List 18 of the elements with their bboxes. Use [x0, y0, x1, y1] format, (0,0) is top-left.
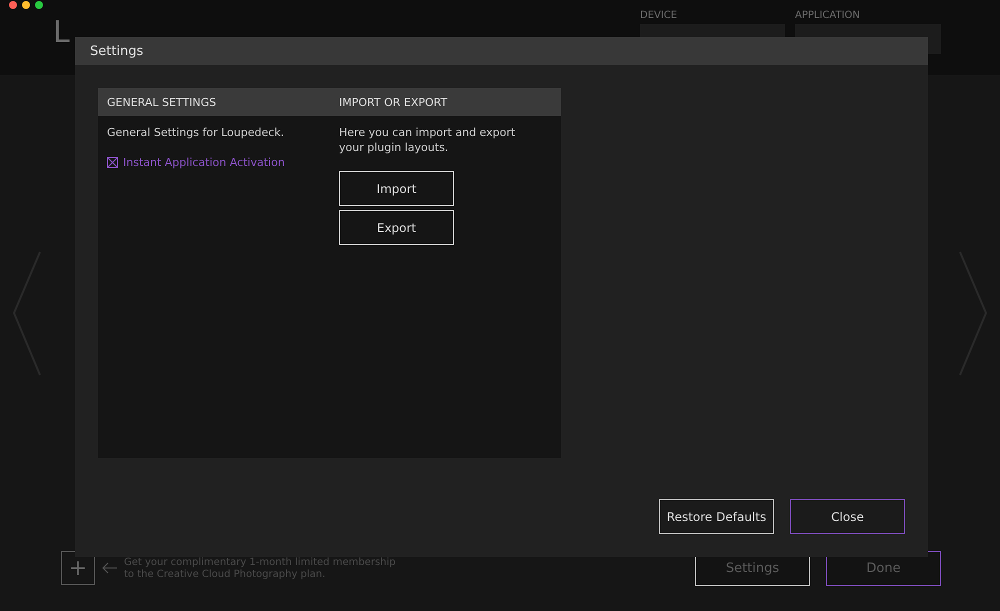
device-label: DEVICE	[640, 10, 678, 21]
dialog-button[interactable]: Close	[790, 499, 905, 534]
checkbox-label[interactable]: Instant Application Activation	[123, 156, 285, 169]
zoom-light-icon[interactable]	[35, 1, 43, 9]
panel-button[interactable]: Import	[339, 171, 454, 206]
panel-button[interactable]: Export	[339, 210, 454, 245]
minimize-light-icon[interactable]	[22, 1, 30, 9]
close-light-icon[interactable]	[9, 1, 17, 9]
checkbox[interactable]	[107, 157, 118, 168]
section-description: Here you can import and export your plugin layouts.	[339, 125, 516, 155]
arrow-left-icon[interactable]	[102, 562, 118, 574]
section-header: IMPORT OR EXPORT	[330, 88, 561, 116]
dialog-button[interactable]: Restore Defaults	[659, 499, 774, 534]
application-label: APPLICATION	[795, 10, 861, 21]
dialog-title: Settings	[75, 37, 928, 65]
section-header: GENERAL SETTINGS	[98, 88, 330, 116]
app-logo: L	[53, 18, 70, 48]
section-description: General Settings for Loupedeck.	[107, 125, 284, 140]
